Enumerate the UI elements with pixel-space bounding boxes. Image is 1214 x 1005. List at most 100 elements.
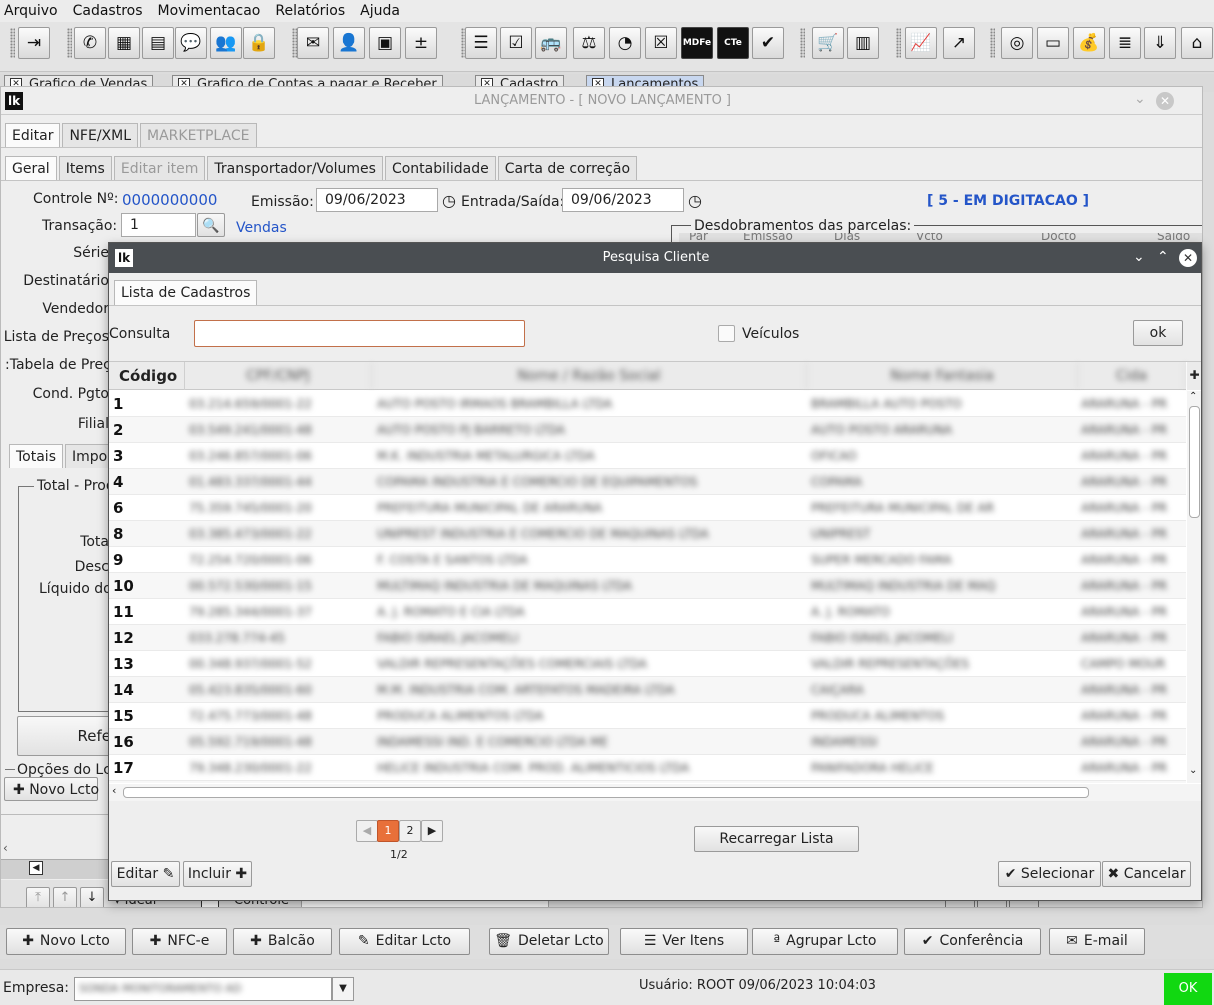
page-2-button[interactable]: 2 <box>399 820 421 842</box>
confer-ncia-button[interactable]: ✔ Conferência <box>904 928 1041 955</box>
referencia-button[interactable]: Refe <box>17 716 112 756</box>
math-icon[interactable]: ± <box>405 27 437 59</box>
box-icon[interactable]: ▣ <box>369 27 401 59</box>
agrupar-lcto-button[interactable]: ª Agrupar Lcto <box>752 928 898 955</box>
toolbar-grip[interactable] <box>10 28 15 58</box>
cash-register-icon[interactable]: ▥ <box>847 27 879 59</box>
entrada-saida-field[interactable]: 09/06/2023 <box>562 188 684 212</box>
lock-icon[interactable]: 🔒 <box>243 27 275 59</box>
close-icon[interactable]: ✕ <box>1179 249 1197 267</box>
table-row[interactable]: 18 95.349.234/0001-48 PREFEITURA MUNICIPAL… <box>109 781 1186 783</box>
cte-icon[interactable]: CTe <box>717 27 749 59</box>
menu-item-ajuda[interactable]: Ajuda <box>360 3 400 19</box>
page-1-button[interactable]: 1 <box>377 820 399 842</box>
table-row[interactable]: 10 00.572.530/0001-15 MULTIMAQ INDUSTRIA D… <box>109 573 1186 599</box>
cart-icon[interactable]: 🛒 <box>812 27 844 59</box>
incluir-button[interactable]: Incluir ✚ <box>183 861 252 887</box>
e-mail-button[interactable]: ✉ E-mail <box>1049 928 1145 955</box>
clock-icon[interactable]: ◷ <box>688 191 702 210</box>
minimize-icon[interactable]: ⌄ <box>1134 91 1146 107</box>
tab-editar-item[interactable]: Editar item <box>113 156 206 180</box>
table-row[interactable]: 12 033.278.774-45 FABIO ISRAEL JACOMELI FAB… <box>109 625 1186 651</box>
scroll-up-icon[interactable]: ⌃ <box>1189 391 1197 402</box>
menu-item-arquivo[interactable]: Arquivo <box>4 3 58 19</box>
table-row[interactable]: 3 03.246.857/0001-06 M.K. INDUSTRIA METALU… <box>109 443 1186 469</box>
banknote-icon[interactable]: ▭ <box>1037 27 1069 59</box>
tab-transportador-volumes[interactable]: Transportador/Volumes <box>207 156 383 180</box>
rss-icon[interactable]: ◔ <box>609 27 641 59</box>
horizontal-scrollbar[interactable]: ‹ <box>109 784 1201 801</box>
tab-contabilidade[interactable]: Contabilidade <box>384 156 496 180</box>
column-header-cidade[interactable]: Cida <box>1078 362 1186 390</box>
tab-carta-de-corre-o[interactable]: Carta de correção <box>497 156 638 180</box>
scale-icon[interactable]: ⚖ <box>573 27 605 59</box>
editar-lcto-button[interactable]: ✎ Editar Lcto <box>339 928 470 955</box>
table-row[interactable]: 6 75.359.745/0001-20 PREFEITURA MUNICIPAL … <box>109 495 1186 521</box>
first-record-icon[interactable]: ⤒ <box>26 887 50 907</box>
tab-geral[interactable]: Geral <box>5 156 57 180</box>
chevron-down-icon[interactable]: ▼ <box>332 977 354 1001</box>
close-icon[interactable]: ✕ <box>1156 92 1174 110</box>
recarregar-lista-button[interactable]: Recarregar Lista <box>694 826 859 852</box>
emissao-field[interactable]: 09/06/2023 <box>316 188 438 212</box>
column-header-codigo[interactable]: Código <box>109 362 185 390</box>
column-add-icon[interactable]: ✚ <box>1187 362 1201 390</box>
maximize-icon[interactable]: ⌃ <box>1157 249 1169 265</box>
scroll-left-icon[interactable]: ‹ <box>3 841 8 855</box>
column-header-nome-razao-social[interactable]: Nome / Razão Social <box>372 362 807 390</box>
toolbar-grip[interactable] <box>990 28 995 58</box>
transacao-search-button[interactable]: 🔍 <box>197 213 225 237</box>
ver-itens-button[interactable]: ☰ Ver Itens <box>620 928 748 955</box>
checklist-icon[interactable]: ☑ <box>500 27 532 59</box>
scroll-thumb[interactable] <box>1189 406 1200 518</box>
bus-icon[interactable]: 🚌 <box>535 27 567 59</box>
table-row[interactable]: 13 00.348.937/0001-52 VALDIR REPRESENTAÇÕE… <box>109 651 1186 677</box>
tab-items[interactable]: Items <box>58 156 112 180</box>
mdfe-icon[interactable]: MDFe <box>681 27 713 59</box>
menu-item-cadastros[interactable]: Cadastros <box>73 3 143 19</box>
tab-marketplace[interactable]: MARKETPLACE <box>140 123 257 147</box>
table-row[interactable]: 2 03.549.241/0001-48 AUTO POSTO PJ BARRETO… <box>109 417 1186 443</box>
user-icon[interactable]: 👤 <box>333 27 365 59</box>
selecionar-button[interactable]: ✔ Selecionar <box>998 861 1101 887</box>
home-icon[interactable]: ⌂ <box>1181 27 1213 59</box>
novo-lcto-small-button[interactable]: ✚ Novo Lcto <box>4 777 99 801</box>
table-row[interactable]: 15 72.475.773/0001-48 PRODUCA ALIMENTOS LT… <box>109 703 1186 729</box>
tab-lista-cadastros[interactable]: Lista de Cadastros <box>114 280 258 306</box>
toolbar-grip[interactable] <box>896 28 901 58</box>
previous-record-icon[interactable]: ↑ <box>53 887 77 907</box>
menu-icon[interactable]: ☰ <box>465 27 497 59</box>
cancelar-button[interactable]: ✖ Cancelar <box>1102 861 1191 887</box>
transacao-desc[interactable]: Vendas <box>236 220 287 236</box>
table-row[interactable]: 9 72.254.720/0001-06 F. COSTA E SANTOS LTD… <box>109 547 1186 573</box>
column-header-cpf-cnpj[interactable]: CPF/CNPJ <box>185 362 372 390</box>
scroll-thumb[interactable] <box>123 787 1089 798</box>
horizontal-scrollbar[interactable] <box>1 859 109 879</box>
minimize-icon[interactable]: ⌄ <box>1133 249 1145 265</box>
balc-o-button[interactable]: ✚ Balcão <box>233 928 332 955</box>
nfc-e-button[interactable]: ✚ NFC-e <box>132 928 227 955</box>
chart-up-icon[interactable]: 📈 <box>905 27 937 59</box>
scroll-left-arrow-icon[interactable]: ◀ <box>29 861 43 875</box>
menu-item-relatrios[interactable]: Relatórios <box>275 3 345 19</box>
veiculos-checkbox[interactable] <box>718 325 735 342</box>
tab-totais[interactable]: Totais <box>9 444 63 468</box>
table-row[interactable]: 17 79.348.230/0001-22 HELICE INDUSTRIA COM… <box>109 755 1186 781</box>
next-page-icon[interactable]: ▶ <box>421 820 443 842</box>
transacao-field[interactable]: 1 <box>121 213 196 237</box>
table-row[interactable]: 1 03.214.659/0001-22 AUTO POSTO IRMAOS BRA… <box>109 391 1186 417</box>
download-box-icon[interactable]: ⇓ <box>1144 27 1176 59</box>
table-row[interactable]: 14 05.423.835/0001-60 M.M. INDUSTRIA COM. … <box>109 677 1186 703</box>
deletar-lcto-button[interactable]: 🗑 Deletar Lcto <box>489 928 609 955</box>
clock-icon[interactable]: ◷ <box>442 191 456 210</box>
scroll-left-icon[interactable]: ‹ <box>112 784 116 797</box>
whatsapp-icon[interactable]: ✆ <box>74 27 106 59</box>
scroll-down-icon[interactable]: ⌄ <box>1189 765 1197 776</box>
chat-icon[interactable]: 💬 <box>175 27 207 59</box>
money-bag-icon[interactable]: 💰 <box>1073 27 1105 59</box>
chart-growth-icon[interactable]: ↗ <box>943 27 975 59</box>
mail-icon[interactable]: ✉ <box>297 27 329 59</box>
clipboard-check-icon[interactable]: ✔ <box>752 27 784 59</box>
table-row[interactable]: 11 79.285.344/0001-37 A. J. ROMATO E CIA L… <box>109 599 1186 625</box>
consulta-input[interactable] <box>194 320 525 347</box>
